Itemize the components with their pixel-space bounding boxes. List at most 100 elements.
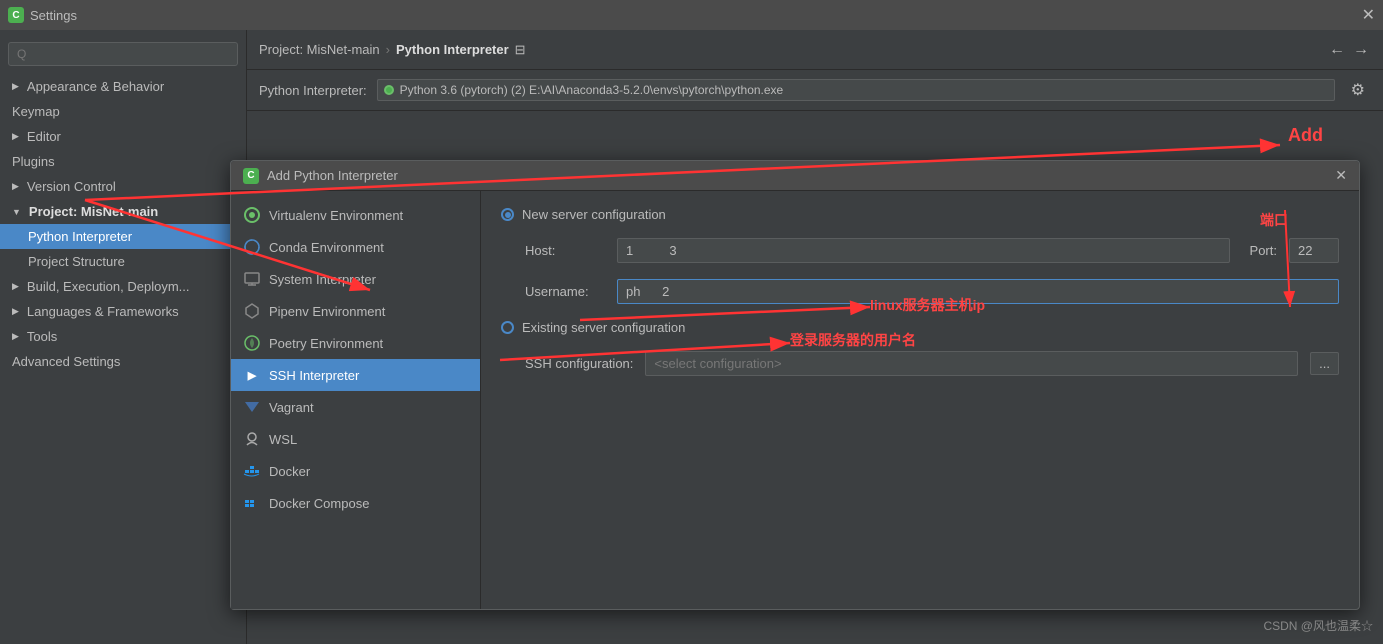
dialog-title-text: Add Python Interpreter: [267, 168, 398, 183]
conda-label: Conda Environment: [269, 240, 384, 255]
title-close-button[interactable]: ✕: [1362, 5, 1375, 25]
docker-compose-icon: [243, 494, 261, 512]
dialog-sidebar: Virtualenv Environment Conda Environment…: [231, 191, 481, 609]
radio-existing-server-label: Existing server configuration: [522, 320, 685, 335]
ssh-config-label: SSH configuration:: [525, 356, 633, 371]
pipenv-icon: [243, 302, 261, 320]
interpreter-row: Python Interpreter: Python 3.6 (pytorch)…: [247, 70, 1383, 111]
poetry-label: Poetry Environment: [269, 336, 383, 351]
ssh-config-row: SSH configuration: <select configuration…: [501, 351, 1339, 376]
dialog-sidebar-vagrant[interactable]: Vagrant: [231, 391, 480, 423]
vagrant-label: Vagrant: [269, 400, 314, 415]
radio-new-server-button[interactable]: [501, 208, 514, 221]
title-bar: C Settings ✕: [0, 0, 1383, 30]
sidebar-item-project-structure[interactable]: Project Structure: [0, 249, 246, 274]
radio-new-server[interactable]: New server configuration: [501, 207, 1339, 222]
docker-label: Docker: [269, 464, 310, 479]
dialog-sidebar-poetry[interactable]: Poetry Environment: [231, 327, 480, 359]
ssh-config-dropdown[interactable]: <select configuration>: [645, 351, 1298, 376]
docker-icon: [243, 462, 261, 480]
port-label: Port:: [1250, 243, 1277, 258]
ssh-config-placeholder: <select configuration>: [654, 356, 781, 371]
dialog-close-button[interactable]: ✕: [1335, 167, 1347, 184]
sidebar-item-languages[interactable]: ▶ Languages & Frameworks: [0, 299, 246, 324]
interpreter-status-dot: [384, 85, 394, 95]
radio-existing-server[interactable]: Existing server configuration: [501, 320, 1339, 335]
dialog-sidebar-pipenv[interactable]: Pipenv Environment: [231, 295, 480, 327]
wsl-icon: [243, 430, 261, 448]
host-row: Host: Port:: [501, 238, 1339, 263]
nav-forward-button[interactable]: →: [1351, 41, 1371, 59]
ssh-label: SSH Interpreter: [269, 368, 359, 383]
sidebar-item-plugins[interactable]: Plugins: [0, 149, 246, 174]
arrow-icon: ▶: [12, 181, 19, 192]
arrow-icon: ▶: [12, 306, 19, 317]
search-input[interactable]: [8, 42, 238, 66]
breadcrumb-icon: ⊟: [515, 42, 526, 58]
ssh-browse-button[interactable]: ...: [1310, 352, 1339, 375]
port-input[interactable]: [1289, 238, 1339, 263]
username-annotation: 登录服务器的用户名: [790, 330, 916, 350]
breadcrumb-separator: ›: [386, 42, 390, 57]
dialog-sidebar-docker-compose[interactable]: Docker Compose: [231, 487, 480, 519]
breadcrumb: Project: MisNet-main › Python Interprete…: [259, 42, 526, 58]
sidebar-item-version-control[interactable]: ▶ Version Control: [0, 174, 246, 199]
sidebar-item-python-interpreter[interactable]: Python Interpreter: [0, 224, 246, 249]
pipenv-label: Pipenv Environment: [269, 304, 385, 319]
dialog-sidebar-wsl[interactable]: WSL: [231, 423, 480, 455]
sidebar-item-tools[interactable]: ▶ Tools: [0, 324, 246, 349]
radio-new-server-label: New server configuration: [522, 207, 666, 222]
title-bar-left: C Settings: [8, 7, 77, 23]
dialog-sidebar-docker[interactable]: Docker: [231, 455, 480, 487]
app-icon: C: [8, 7, 24, 23]
host-input[interactable]: [617, 238, 1230, 263]
arrow-icon: ▶: [12, 131, 19, 142]
settings-sidebar: ▶ Appearance & Behavior Keymap ▶ Editor …: [0, 30, 247, 644]
breadcrumb-project: Project: MisNet-main: [259, 42, 380, 57]
interpreter-select-value: Python 3.6 (pytorch) (2) E:\AI\Anaconda3…: [400, 83, 784, 97]
content-header: Project: MisNet-main › Python Interprete…: [247, 30, 1383, 70]
dialog-title: C Add Python Interpreter: [243, 168, 398, 184]
watermark: CSDN @风也温柔☆: [1263, 617, 1373, 634]
dialog-sidebar-conda[interactable]: Conda Environment: [231, 231, 480, 263]
dialog-body: Virtualenv Environment Conda Environment…: [231, 191, 1359, 609]
breadcrumb-page: Python Interpreter: [396, 42, 509, 57]
dialog-sidebar-system[interactable]: System Interpreter: [231, 263, 480, 295]
vagrant-icon: [243, 398, 261, 416]
poetry-icon: [243, 334, 261, 352]
host-annotation: linux服务器主机ip: [870, 295, 985, 315]
arrow-icon: ▶: [12, 331, 19, 342]
arrow-icon: ▶: [12, 81, 19, 92]
sidebar-item-advanced-settings[interactable]: Advanced Settings: [0, 349, 246, 374]
conda-icon: [243, 238, 261, 256]
sidebar-item-editor[interactable]: ▶ Editor: [0, 124, 246, 149]
dialog-sidebar-ssh[interactable]: ▶ SSH Interpreter: [231, 359, 480, 391]
arrow-icon: ▶: [12, 281, 19, 292]
interpreter-select-dropdown[interactable]: Python 3.6 (pytorch) (2) E:\AI\Anaconda3…: [377, 79, 1335, 101]
ssh-icon: ▶: [243, 366, 261, 384]
dialog-content: New server configuration Host: Port: Use…: [481, 191, 1359, 609]
virtualenv-icon: [243, 206, 261, 224]
nav-back-button[interactable]: ←: [1327, 41, 1347, 59]
radio-existing-server-button[interactable]: [501, 321, 514, 334]
port-annotation: 端口: [1260, 210, 1288, 230]
sidebar-item-build-execution[interactable]: ▶ Build, Execution, Deploym...: [0, 274, 246, 299]
window-title: Settings: [30, 8, 77, 23]
interpreter-gear-button[interactable]: ⚙: [1345, 78, 1371, 102]
interpreter-label: Python Interpreter:: [259, 83, 367, 98]
sidebar-item-project[interactable]: ▼ Project: MisNet-main: [0, 199, 246, 224]
docker-compose-label: Docker Compose: [269, 496, 369, 511]
dialog-icon: C: [243, 168, 259, 184]
sidebar-item-appearance[interactable]: ▶ Appearance & Behavior: [0, 74, 246, 99]
host-label: Host:: [525, 243, 605, 258]
system-icon: [243, 270, 261, 288]
dialog-titlebar: C Add Python Interpreter ✕: [231, 161, 1359, 191]
sidebar-item-keymap[interactable]: Keymap: [0, 99, 246, 124]
virtualenv-label: Virtualenv Environment: [269, 208, 403, 223]
dialog-sidebar-virtualenv[interactable]: Virtualenv Environment: [231, 199, 480, 231]
wsl-label: WSL: [269, 432, 297, 447]
system-label: System Interpreter: [269, 272, 376, 287]
add-interpreter-dialog: C Add Python Interpreter ✕ Virtualenv En…: [230, 160, 1360, 610]
username-label: Username:: [525, 284, 605, 299]
nav-arrows: ← →: [1327, 41, 1371, 59]
